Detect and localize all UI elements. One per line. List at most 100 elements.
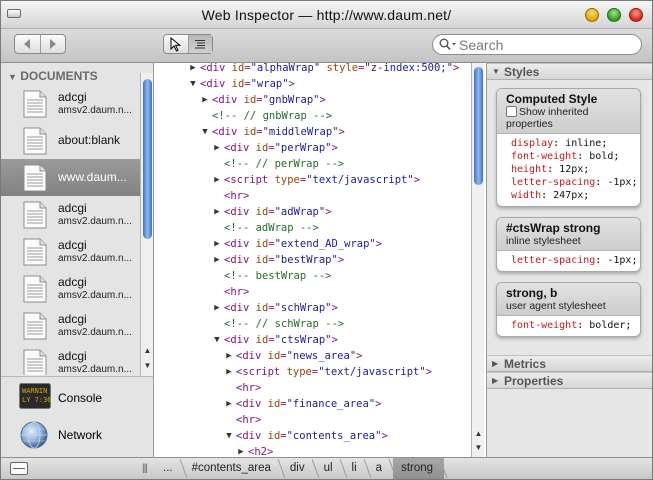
minimize-button[interactable] [585, 8, 599, 22]
dom-node-row[interactable]: ▶ <div id="finance_area"> [154, 396, 472, 412]
title-bar[interactable]: Web Inspector — http://www.daum.net/ [1, 1, 652, 29]
dom-node-row[interactable]: ▶ <div id="gnbWrap"> [154, 92, 472, 108]
dom-node-row[interactable]: <!-- // perWrap --> [154, 156, 472, 172]
dom-node-row[interactable]: <!-- // schWrap --> [154, 316, 472, 332]
dom-node-row[interactable]: ▼ <div id="wrap"> [154, 76, 472, 92]
document-item[interactable]: adcgi amsv2.daum.n... [1, 307, 140, 344]
dom-node-row[interactable]: <!-- // gnbWrap --> [154, 108, 472, 124]
metrics-section-header[interactable]: ▶ Metrics [487, 355, 652, 372]
back-button[interactable] [15, 35, 41, 53]
dom-node-row[interactable]: <!-- bestWrap --> [154, 268, 472, 284]
breadcrumb-item[interactable]: a [368, 458, 393, 479]
tag-close: > [331, 334, 338, 346]
rule-properties: font-weight: bolder; [497, 316, 640, 336]
console-toggle-button[interactable] [10, 462, 28, 475]
tree-view-button[interactable] [188, 35, 212, 53]
breadcrumb-item[interactable]: li [344, 458, 368, 479]
dom-node-row[interactable]: ▼ <div id="middleWrap"> [154, 124, 472, 140]
forward-button[interactable] [41, 35, 66, 53]
document-icon [23, 90, 47, 118]
dom-node-row[interactable]: <hr> [154, 412, 472, 428]
attribute-value: "perWrap" [274, 142, 332, 154]
dom-node-row[interactable]: ▶ <script type="text/javascript"> [154, 364, 472, 380]
scroll-thumb[interactable] [143, 79, 152, 239]
disclosure-right-icon[interactable]: ▶ [212, 236, 222, 252]
breadcrumb-item[interactable]: strong [393, 458, 445, 479]
disclosure-right-icon[interactable]: ▶ [212, 140, 222, 156]
tag-name: hr [242, 414, 255, 426]
disclosure-down-icon[interactable]: ▼ [188, 76, 198, 92]
breadcrumb-item[interactable]: ... [155, 458, 184, 479]
scroll-up-arrow[interactable]: ▲ [142, 345, 153, 356]
dom-node-row[interactable]: <hr> [154, 380, 472, 396]
disclosure-down-icon[interactable]: ▼ [200, 124, 210, 140]
document-name: www.daum... [58, 170, 127, 184]
document-item[interactable]: about:blank [1, 122, 140, 159]
disclosure-down-icon[interactable]: ▼ [224, 428, 234, 444]
dom-node-row[interactable]: ▶ <div id="adWrap"> [154, 204, 472, 220]
dom-scroll-thumb[interactable] [474, 67, 483, 185]
search-field[interactable] [432, 34, 642, 55]
disclosure-right-icon[interactable]: ▶ [212, 204, 222, 220]
search-input[interactable] [459, 37, 634, 52]
dom-node-row[interactable]: ▼ <div id="ctsWrap"> [154, 332, 472, 348]
dom-node-row[interactable]: ▶ <div id="alphaWrap" style="z-index:500;… [154, 63, 472, 76]
breadcrumb-item[interactable]: ul [316, 458, 344, 479]
node-search-button[interactable] [164, 35, 189, 53]
dom-node-row[interactable]: <hr> [154, 188, 472, 204]
show-inherited-option[interactable]: Show inherited properties [506, 106, 633, 130]
dom-node-row[interactable]: <!-- adWrap --> [154, 220, 472, 236]
disclosure-right-icon[interactable]: ▶ [212, 252, 222, 268]
breadcrumb-item[interactable]: div [282, 458, 316, 479]
scroll-down-arrow[interactable]: ▼ [142, 360, 153, 371]
dom-tag: <div id="alphaWrap" style="z-index:500;"… [200, 63, 459, 76]
document-item[interactable]: www.daum... [1, 159, 140, 196]
dom-node-row[interactable]: ▶ <div id="perWrap"> [154, 140, 472, 156]
disclosure-right-icon[interactable]: ▶ [224, 396, 234, 412]
back-arrow-icon [24, 39, 31, 49]
dom-scroll-up-arrow[interactable]: ▲ [473, 428, 484, 439]
dom-tree-scrollbar[interactable]: ▲ ▼ [471, 63, 484, 457]
disclosure-right-icon[interactable]: ▶ [212, 300, 222, 316]
tag-close: > [331, 142, 338, 154]
document-item[interactable]: adcgi amsv2.daum.n... [1, 270, 140, 307]
document-item[interactable]: adcgi amsv2.daum.n... [1, 85, 140, 122]
dom-scroll-down-arrow[interactable]: ▼ [473, 442, 484, 453]
properties-section-header[interactable]: ▶ Properties [487, 372, 652, 389]
attribute-name: type [286, 366, 312, 378]
show-inherited-checkbox[interactable] [506, 106, 517, 117]
document-item[interactable]: adcgi amsv2.daum.n... [1, 344, 140, 375]
dom-node-row[interactable]: ▶ <h2> [154, 444, 472, 457]
styles-section-header[interactable]: ▼ Styles [487, 63, 652, 80]
dom-tag: <div id="wrap"> [200, 76, 295, 92]
documents-header[interactable]: ▼ DOCUMENTS [8, 69, 98, 83]
disclosure-right-icon[interactable]: ▶ [224, 364, 234, 380]
disclosure-right-icon[interactable]: ▶ [224, 348, 234, 364]
disclosure-right-icon[interactable]: ▶ [212, 172, 222, 188]
zoom-button[interactable] [607, 8, 621, 22]
document-item[interactable]: adcgi amsv2.daum.n... [1, 233, 140, 270]
breadcrumb-item[interactable]: #contents_area [184, 458, 282, 479]
document-host: amsv2.daum.n... [58, 216, 132, 227]
dom-node-row[interactable]: ▶ <div id="bestWrap"> [154, 252, 472, 268]
close-button[interactable] [629, 8, 643, 22]
resize-grip-icon[interactable]: ||| [142, 463, 148, 474]
dom-node-row[interactable]: <hr> [154, 284, 472, 300]
dom-node-row[interactable]: ▶ <div id="extend_AD_wrap"> [154, 236, 472, 252]
dom-node-row[interactable]: ▶ <div id="news_area"> [154, 348, 472, 364]
sidebar-item-console[interactable]: WARNIN LY 7:36 Console [19, 383, 102, 413]
dom-node-row[interactable]: ▼ <div id="contents_area"> [154, 428, 472, 444]
disclosure-down-icon[interactable]: ▼ [212, 332, 222, 348]
dom-node-row[interactable]: ▶ <div id="schWrap"> [154, 300, 472, 316]
disclosure-right-icon[interactable]: ▶ [236, 444, 246, 457]
disclosure-right-icon[interactable]: ▶ [188, 63, 198, 76]
document-host: amsv2.daum.n... [58, 364, 132, 375]
dom-node-row[interactable]: ▶ <script type="text/javascript"> [154, 172, 472, 188]
document-icon [23, 127, 47, 155]
tag-close: > [288, 78, 295, 90]
document-name: adcgi [58, 349, 87, 363]
disclosure-right-icon[interactable]: ▶ [200, 92, 210, 108]
document-list-scrollbar[interactable]: ▲ ▼ [140, 73, 153, 377]
sidebar-item-network[interactable]: Network [19, 420, 102, 450]
document-item[interactable]: adcgi amsv2.daum.n... [1, 196, 140, 233]
